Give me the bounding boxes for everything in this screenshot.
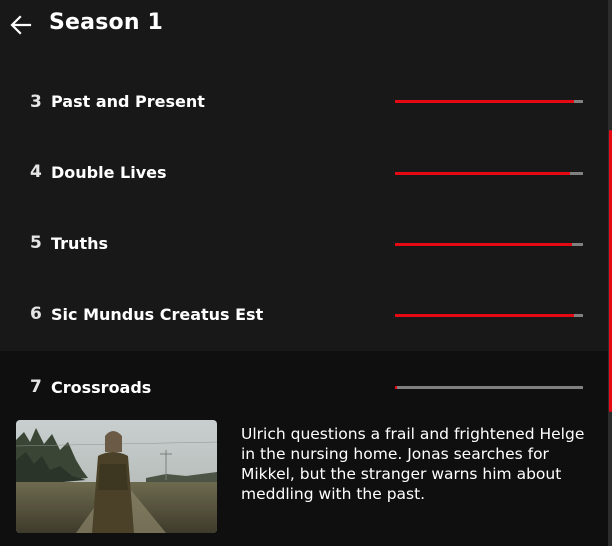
arrow-left-icon (10, 15, 32, 35)
episode-list-panel: Season 1 3 Past and Present 4 Double Liv… (0, 0, 612, 546)
episode-progress-bar (395, 314, 583, 317)
episode-thumbnail-image (16, 420, 217, 533)
episode-progress-bar (395, 172, 583, 175)
episode-row[interactable]: 4 Double Lives (0, 137, 608, 208)
episode-title: Past and Present (51, 92, 205, 111)
episode-thumbnail[interactable] (16, 420, 217, 533)
season-header: Season 1 (0, 0, 608, 52)
episode-number: 4 (30, 162, 42, 182)
episode-row[interactable]: 5 Truths (0, 208, 608, 279)
episode-progress-bar (395, 243, 583, 246)
episode-number: 3 (30, 92, 42, 112)
episode-progress-fill (395, 100, 574, 103)
episode-number: 7 (30, 377, 42, 397)
episode-progress-fill (395, 243, 572, 246)
episode-row[interactable]: 6 Sic Mundus Creatus Est (0, 279, 608, 350)
episode-progress-bar (395, 386, 583, 389)
episode-progress-bar (395, 100, 583, 103)
episode-title: Double Lives (51, 163, 167, 182)
season-title: Season 1 (49, 10, 164, 35)
episode-number: 6 (30, 304, 42, 324)
episode-progress-fill (395, 386, 397, 389)
episode-progress-fill (395, 314, 574, 317)
episode-progress-fill (395, 172, 570, 175)
episode-synopsis: Ulrich questions a frail and frightened … (241, 425, 585, 503)
episode-title: Sic Mundus Creatus Est (51, 305, 264, 324)
back-button[interactable] (8, 12, 34, 38)
episode-title: Truths (51, 234, 108, 253)
episode-number: 5 (30, 233, 42, 253)
episode-title: Crossroads (51, 378, 152, 397)
expanded-episode[interactable]: 7 Crossroads Ulrich questions a frail an… (0, 351, 608, 546)
episode-row[interactable]: 3 Past and Present (0, 66, 608, 137)
